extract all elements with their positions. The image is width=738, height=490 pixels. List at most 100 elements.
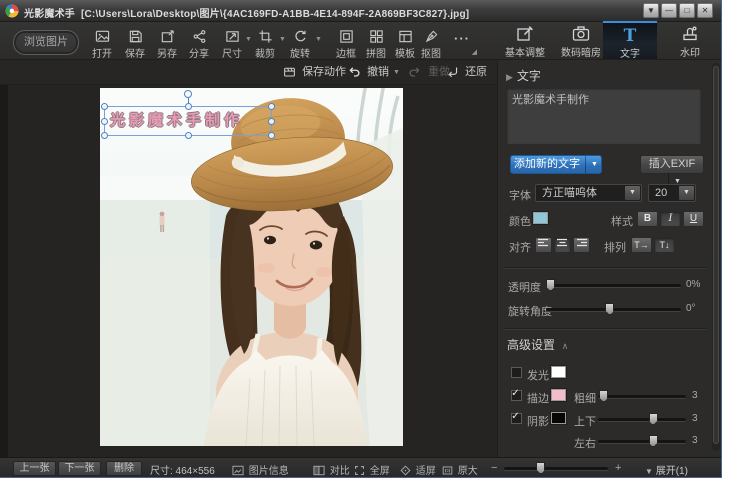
italic-button[interactable]: I <box>660 211 681 227</box>
align-right-button[interactable] <box>573 237 590 253</box>
thickness-slider-thumb[interactable] <box>599 390 608 402</box>
close-button[interactable]: ✕ <box>697 3 713 18</box>
handle-mid-left[interactable] <box>101 118 108 125</box>
zoom-in-button[interactable]: + <box>615 462 621 474</box>
glow-color-swatch[interactable] <box>551 366 566 378</box>
main-toolbar: 浏览图片 打开 保存 另存 <box>0 22 721 60</box>
handle-bottom-left[interactable] <box>101 132 108 139</box>
undo-button[interactable]: 撤销 <box>347 64 389 80</box>
glow-label: 发光 <box>527 367 549 383</box>
maximize-button[interactable]: □ <box>679 3 695 18</box>
toolbar-crop[interactable]: 裁剪 <box>250 29 280 60</box>
browse-images-button[interactable]: 浏览图片 <box>13 30 79 55</box>
stroke-color-swatch[interactable] <box>551 389 566 401</box>
rotate-icon <box>285 29 315 44</box>
tab-watermark[interactable]: 水印 <box>663 22 717 59</box>
canvas-left-strip <box>0 85 8 457</box>
shadow-label: 阴影 <box>527 413 549 429</box>
font-size-select[interactable]: 20 ▼ <box>648 184 696 202</box>
handle-top-left[interactable] <box>101 103 108 110</box>
image-canvas[interactable]: 光影魔术手制作 <box>0 85 497 457</box>
glow-checkbox[interactable] <box>511 367 522 378</box>
opacity-slider-thumb[interactable] <box>546 279 555 291</box>
tab-basic-adjust[interactable]: 基本调整 <box>498 22 552 59</box>
image-info-button[interactable]: 图片信息 <box>232 462 289 478</box>
expand-panel-button[interactable]: ▼ 展开(1) <box>645 462 688 477</box>
handle-bottom-right[interactable] <box>268 132 275 139</box>
original-size-button[interactable]: 原大 <box>442 462 478 478</box>
advanced-settings-header[interactable]: 高级设置 ∧ <box>507 336 568 353</box>
font-size-dropdown-arrow[interactable]: ▼ <box>679 186 694 200</box>
handle-bottom-center[interactable] <box>185 132 192 139</box>
toolbar-collage[interactable]: 拼图 <box>361 29 391 60</box>
opacity-slider[interactable] <box>546 284 681 288</box>
toolbar-save-as[interactable]: 另存 <box>152 29 182 60</box>
text-color-swatch[interactable] <box>533 212 548 224</box>
handle-top-right[interactable] <box>268 103 275 110</box>
toolbar-open[interactable]: 打开 <box>87 29 117 60</box>
window-menu-button[interactable]: ▼ <box>643 3 659 18</box>
tab-text[interactable]: T 文字 <box>603 21 657 59</box>
toolbar-cutout[interactable]: 抠图 <box>416 29 446 60</box>
toolbar-save[interactable]: 保存 <box>120 29 150 60</box>
toolbar-resize[interactable]: 尺寸 <box>217 29 247 60</box>
save-as-icon <box>152 29 182 44</box>
bold-button[interactable]: B <box>637 211 658 227</box>
stroke-checkbox[interactable] <box>511 390 522 401</box>
fullscreen-icon <box>354 465 365 478</box>
vertical-offset-slider-thumb[interactable] <box>649 413 658 425</box>
add-new-text-button[interactable]: 添加新的文字▼ <box>510 155 602 174</box>
vertical-text-button[interactable]: T↓ <box>654 237 675 253</box>
toolbar-rotate[interactable]: 旋转 <box>285 29 315 60</box>
fullscreen-button[interactable]: 全屏 <box>354 462 390 478</box>
delete-image-button[interactable]: 删除 <box>106 461 142 476</box>
horizontal-offset-slider[interactable] <box>598 440 686 444</box>
horizontal-offset-slider-thumb[interactable] <box>649 435 658 447</box>
align-center-button[interactable] <box>554 237 571 253</box>
toolbar-more[interactable]: ··· ◢ <box>447 31 477 56</box>
shadow-checkbox[interactable] <box>511 413 522 424</box>
panel-header[interactable]: ▶文字 <box>506 67 541 84</box>
zoom-out-button[interactable]: − <box>491 462 497 474</box>
handle-mid-right[interactable] <box>268 118 275 125</box>
rotate-dropdown-arrow[interactable]: ▼ <box>315 36 322 43</box>
font-family-dropdown-arrow[interactable]: ▼ <box>625 186 640 200</box>
align-left-button[interactable] <box>535 237 552 253</box>
previous-image-button[interactable]: 上一张 <box>13 461 56 476</box>
font-family-select[interactable]: 方正喵呜体 ▼ <box>535 184 642 202</box>
zoom-slider[interactable] <box>504 467 608 471</box>
shadow-color-swatch[interactable] <box>551 412 566 424</box>
panel-scrollbar[interactable] <box>712 63 720 451</box>
toolbar-share[interactable]: 分享 <box>184 29 214 60</box>
overlay-text[interactable]: 光影魔术手制作 <box>110 109 243 130</box>
restore-button[interactable]: 还原 <box>446 64 487 80</box>
rotation-slider[interactable] <box>546 308 681 312</box>
title-bar[interactable]: 光影魔术手 [C:\Users\Lora\Desktop\图片\{4AC169F… <box>0 0 721 22</box>
fit-screen-button[interactable]: 适屏 <box>400 462 436 478</box>
tab-digital-darkroom[interactable]: 数码暗房 <box>554 22 608 59</box>
add-text-dropdown-arrow[interactable]: ▼ <box>585 156 598 173</box>
compare-button[interactable]: 对比 <box>313 462 350 478</box>
toolbar-border[interactable]: 边框 <box>331 29 361 60</box>
thickness-value: 3 <box>692 390 698 401</box>
stroke-label: 描边 <box>527 390 549 406</box>
vertical-offset-slider[interactable] <box>598 418 686 422</box>
underline-button[interactable]: U <box>683 211 704 227</box>
section-arrow-icon: ▶ <box>506 72 513 82</box>
rotation-handle[interactable] <box>184 90 192 98</box>
panel-scrollbar-thumb[interactable] <box>713 66 719 444</box>
insert-exif-button[interactable]: 插入EXIF▼ <box>640 155 704 174</box>
thickness-slider[interactable] <box>598 395 686 399</box>
save-action-button[interactable]: 保存动作 <box>283 64 346 80</box>
next-image-button[interactable]: 下一张 <box>58 461 101 476</box>
horizontal-text-button[interactable]: T→ <box>631 237 652 253</box>
minimize-button[interactable]: — <box>661 3 677 18</box>
rotation-slider-thumb[interactable] <box>605 303 614 315</box>
undo-dropdown-arrow[interactable]: ▼ <box>393 69 400 76</box>
canvas-text-overlay[interactable]: 光影魔术手制作 <box>104 106 272 136</box>
text-content-input[interactable]: 光影魔术手制作 <box>506 87 702 145</box>
photo-girl-straw-hat[interactable] <box>100 88 403 446</box>
redo-button[interactable]: 重做 <box>408 64 450 80</box>
handle-top-center[interactable] <box>185 103 192 110</box>
zoom-slider-thumb[interactable] <box>536 462 545 474</box>
